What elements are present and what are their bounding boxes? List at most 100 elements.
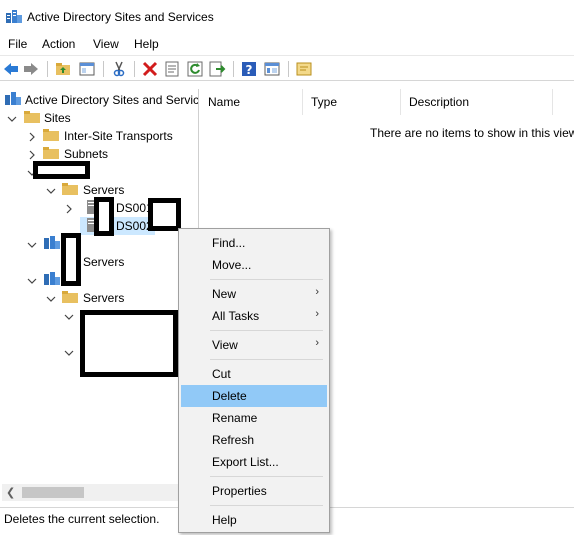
menu-item-label: Move... (212, 258, 252, 272)
tree-label-servers-2: Servers (83, 255, 125, 269)
scroll-left-icon[interactable]: ❮ (6, 486, 15, 499)
forward-icon[interactable] (22, 60, 40, 78)
menu-item-properties[interactable]: Properties (181, 480, 327, 502)
menu-file[interactable]: File (8, 37, 27, 51)
toolbar-separator (47, 61, 48, 77)
folder-icon (43, 146, 59, 160)
tree-node-servers-3[interactable]: Servers (0, 289, 198, 307)
toolbar-separator (288, 61, 289, 77)
tree-node-servers-2[interactable]: Servers (0, 253, 198, 271)
submenu-arrow-icon: › (315, 337, 319, 349)
folder-icon (24, 110, 40, 124)
menu-separator (210, 279, 323, 280)
menu-separator (210, 505, 323, 506)
menu-separator (210, 359, 323, 360)
tree-label-sites: Sites (44, 111, 71, 125)
menu-view[interactable]: View (93, 37, 119, 51)
tree-node-subnets[interactable]: Subnets (0, 145, 198, 163)
redaction-box (80, 310, 178, 377)
menu-item-export-list[interactable]: Export List... (181, 451, 327, 473)
menu-action[interactable]: Action (42, 37, 75, 51)
back-icon[interactable] (2, 60, 20, 78)
chevron-right-icon[interactable] (27, 149, 37, 160)
submenu-arrow-icon: › (315, 286, 319, 298)
export-list-icon[interactable] (208, 60, 226, 78)
help-icon[interactable]: ? (240, 60, 258, 78)
menu-item-view[interactable]: View › (181, 334, 327, 356)
cut-icon[interactable] (110, 60, 128, 78)
menu-item-all-tasks[interactable]: All Tasks › (181, 305, 327, 327)
tree-node-site-1[interactable] (0, 163, 198, 181)
menu-item-cut[interactable]: Cut (181, 363, 327, 385)
console-tree: Active Directory Sites and Servic Sites … (0, 89, 199, 507)
context-menu: Find... Move... New › All Tasks › View ›… (178, 228, 330, 533)
view-icon[interactable] (263, 60, 281, 78)
chevron-down-icon[interactable] (7, 113, 17, 123)
menu-item-delete[interactable]: Delete (181, 385, 327, 407)
menu-bar: File Action View Help (0, 34, 574, 54)
chevron-down-icon[interactable] (64, 347, 74, 357)
menu-item-refresh[interactable]: Refresh (181, 429, 327, 451)
tree-horizontal-scrollbar[interactable]: ❮ (2, 484, 198, 501)
folder-icon (62, 182, 78, 196)
delete-icon[interactable] (141, 60, 159, 78)
menu-item-new[interactable]: New › (181, 283, 327, 305)
menu-item-label: Help (212, 513, 237, 527)
window-title: Active Directory Sites and Services (27, 10, 214, 24)
menu-item-help[interactable]: Help (181, 509, 327, 531)
redaction-box (33, 161, 90, 179)
refresh-icon[interactable] (186, 60, 204, 78)
svg-text:?: ? (246, 63, 253, 77)
menu-item-label: Find... (212, 236, 246, 250)
tree-node-site-2[interactable] (0, 235, 198, 253)
column-header-label: Description (409, 95, 470, 109)
toolbar: ? (0, 55, 574, 81)
toolbar-separator (233, 61, 234, 77)
tree-label-root: Active Directory Sites and Servic (25, 93, 199, 107)
tree-label-inter-site-transports: Inter-Site Transports (64, 129, 173, 143)
tree-node-sites[interactable]: Sites (0, 109, 198, 127)
tree-node-site-3[interactable] (0, 271, 198, 289)
redaction-box (148, 198, 181, 231)
column-header-description[interactable]: Description (401, 89, 553, 115)
ad-sites-app-icon (6, 10, 22, 24)
menu-item-label: Cut (212, 367, 231, 381)
redaction-box (94, 197, 114, 236)
menu-item-label: Delete (212, 389, 247, 403)
chevron-down-icon[interactable] (27, 239, 37, 249)
menu-item-rename[interactable]: Rename (181, 407, 327, 429)
menu-item-label: Rename (212, 411, 258, 425)
scroll-thumb[interactable] (22, 487, 84, 498)
show-hide-tree-icon[interactable] (78, 60, 96, 78)
status-text: Deletes the current selection. (4, 512, 160, 526)
menu-separator (210, 330, 323, 331)
menu-help[interactable]: Help (134, 37, 159, 51)
column-header-type[interactable]: Type (303, 89, 401, 115)
empty-list-message: There are no items to show in this view (370, 126, 574, 140)
up-folder-icon[interactable] (54, 60, 72, 78)
menu-item-move[interactable]: Move... (181, 254, 327, 276)
tree-node-root[interactable]: Active Directory Sites and Servic (0, 91, 199, 109)
menu-item-label: Properties (212, 484, 267, 498)
menu-item-label: View (212, 338, 238, 352)
menu-item-find[interactable]: Find... (181, 232, 327, 254)
tree-label-servers-1: Servers (83, 183, 125, 197)
chevron-right-icon[interactable] (27, 131, 37, 142)
chevron-down-icon[interactable] (46, 293, 56, 303)
folder-icon (43, 128, 59, 142)
redaction-box (61, 233, 81, 286)
chevron-down-icon[interactable] (64, 311, 74, 321)
tree-label-servers-3: Servers (83, 291, 125, 305)
chevron-down-icon[interactable] (27, 275, 37, 285)
chevron-down-icon[interactable] (46, 185, 56, 195)
menu-item-label: All Tasks (212, 309, 260, 323)
folder-icon (62, 290, 78, 304)
column-header-name[interactable]: Name (200, 89, 303, 115)
properties-icon[interactable] (163, 60, 181, 78)
toolbar-separator (134, 61, 135, 77)
new-icon[interactable] (295, 60, 313, 78)
tree-node-inter-site-transports[interactable]: Inter-Site Transports (0, 127, 198, 145)
chevron-right-icon[interactable] (64, 203, 74, 214)
menu-item-label: Export List... (212, 455, 279, 469)
menu-separator (210, 476, 323, 477)
